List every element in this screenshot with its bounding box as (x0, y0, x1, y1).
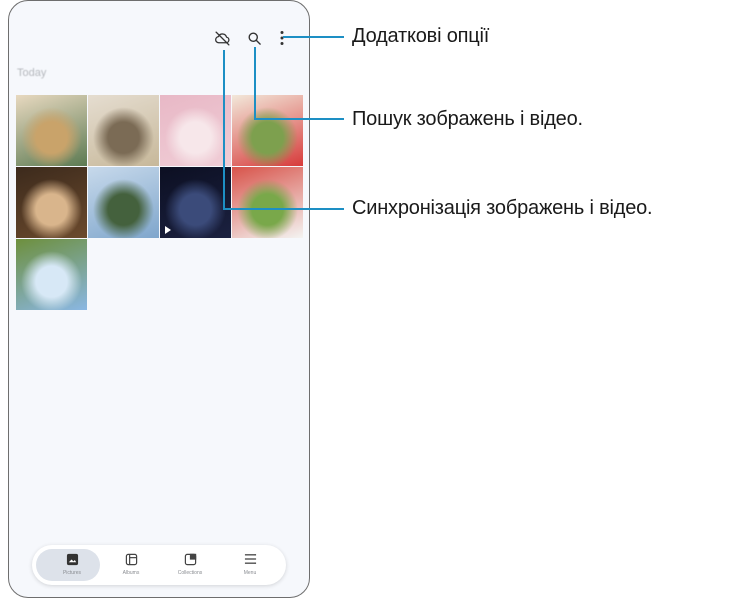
callout-lines (223, 36, 344, 210)
callout-sync: Синхронізація зображень і відео. (352, 197, 653, 219)
callout-search: Пошук зображень і відео. (352, 108, 583, 130)
callout-more-options: Додаткові опції (352, 25, 490, 47)
